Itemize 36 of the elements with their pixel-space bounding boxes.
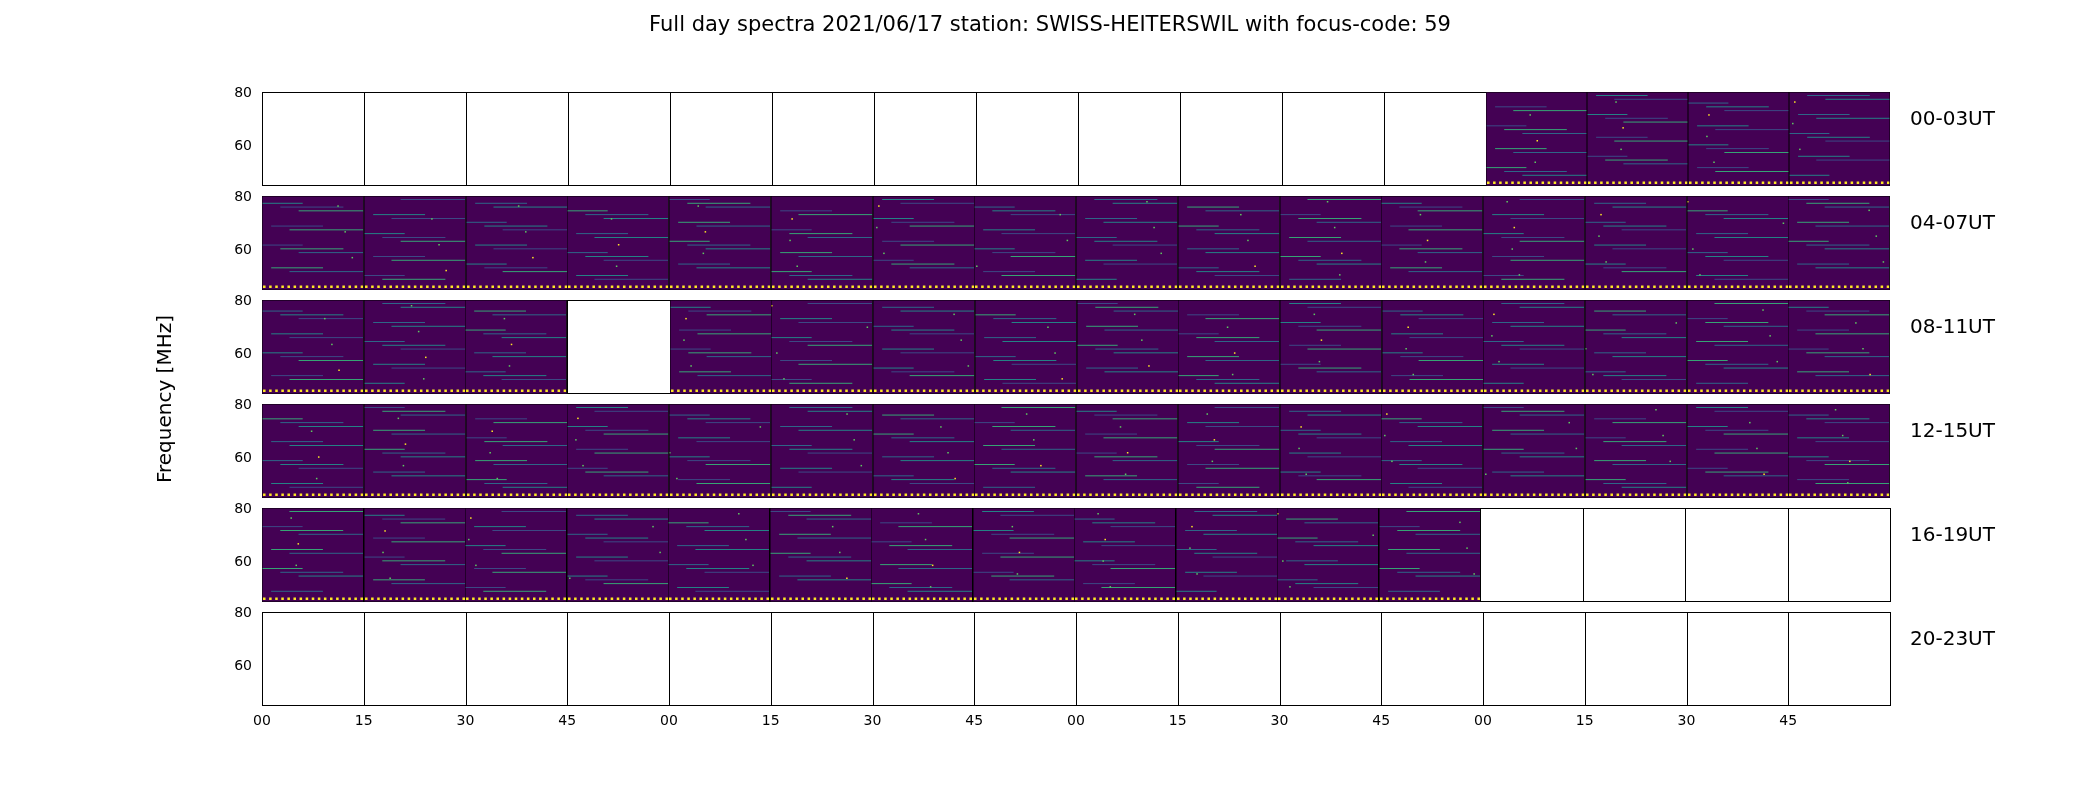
y-tick-label: 60 — [234, 553, 252, 569]
row-time-label: 08-11UT — [1909, 313, 1995, 340]
x-tick-label: 45 — [558, 712, 577, 728]
y-tick-label: 60 — [234, 241, 252, 257]
x-tick-label: 30 — [1677, 712, 1696, 728]
row-time-label: 04-07UT — [1909, 209, 1995, 236]
x-tick-label: 45 — [1372, 712, 1391, 728]
x-tick-label: 00 — [1067, 712, 1085, 728]
row-time-label: 20-23UT — [1909, 625, 1995, 652]
row-time-label: 12-15UT — [1909, 417, 1995, 444]
y-tick-label: 60 — [234, 137, 252, 153]
x-tick-label: 15 — [761, 712, 780, 728]
x-tick-label: 45 — [965, 712, 984, 728]
y-tick-label: 80 — [234, 84, 252, 100]
x-tick-label: 00 — [253, 712, 271, 728]
x-tick-label: 30 — [1270, 712, 1289, 728]
y-tick-label: 60 — [234, 657, 252, 673]
y-tick-label: 60 — [234, 345, 252, 361]
y-tick-label: 60 — [234, 449, 252, 465]
x-tick-label: 15 — [1168, 712, 1187, 728]
y-tick-label: 80 — [234, 396, 252, 412]
y-axis-label: Frequency [MHz] — [152, 314, 176, 484]
y-tick-label: 80 — [234, 292, 252, 308]
y-tick-label: 80 — [234, 188, 252, 204]
row-time-label: 16-19UT — [1909, 521, 1995, 548]
y-tick-label: 80 — [234, 500, 252, 516]
figure-title: Full day spectra 2021/06/17 station: SWISS-HEITERSWIL with focus-code: 59 — [648, 12, 1452, 38]
x-tick-label: 30 — [863, 712, 882, 728]
x-tick-label: 00 — [1474, 712, 1492, 728]
x-tick-label: 15 — [1575, 712, 1594, 728]
x-tick-label: 45 — [1779, 712, 1798, 728]
y-tick-label: 80 — [234, 604, 252, 620]
x-tick-label: 00 — [660, 712, 678, 728]
row-time-label: 00-03UT — [1909, 105, 1995, 132]
x-tick-label: 30 — [456, 712, 475, 728]
x-tick-label: 15 — [354, 712, 373, 728]
